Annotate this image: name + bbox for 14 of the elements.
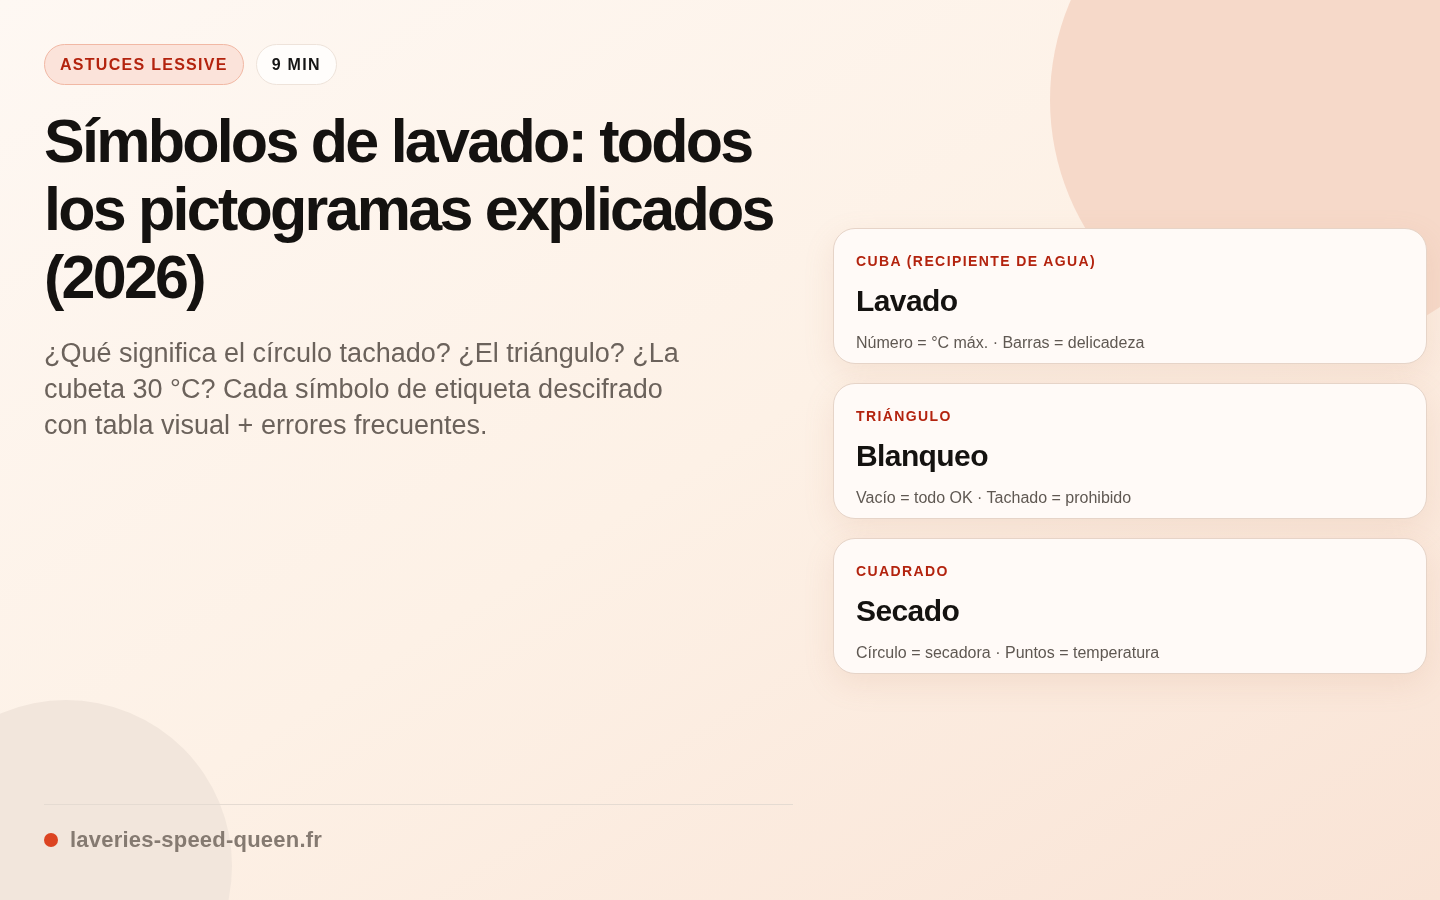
tag-badge: 9 MIN xyxy=(255,44,337,85)
card-heading: Secado xyxy=(856,593,960,629)
card-eyebrow: TRIÁNGULO xyxy=(856,407,952,426)
card-eyebrow: CUADRADO xyxy=(856,562,949,581)
subtitle: ¿Qué significa el círculo tachado? ¿El triángulo? ¿La cubeta 30 °C? Cada símbolo de etiqueta descifrado con tabla visual + errores frecuentes. xyxy=(44,337,680,442)
card-heading: Lavado xyxy=(856,283,958,319)
card-note: Vacío = todo OK · Tachado = prohibido xyxy=(856,488,1132,508)
tag-badge: ASTUCES LESSIVE xyxy=(44,44,244,85)
card-note: Círculo = secadora · Puntos = temperatura xyxy=(856,643,1160,663)
site-url: laveries-speed-queen.fr xyxy=(70,826,323,854)
page-title: Símbolos de lavado: todos los pictogramas explicados (2026) xyxy=(44,107,774,311)
card-heading: Blanqueo xyxy=(856,438,988,474)
card-note: Número = °C máx. · Barras = delicadeza xyxy=(856,333,1145,353)
card-eyebrow: CUBA (RECIPIENTE DE AGUA) xyxy=(856,252,1097,271)
